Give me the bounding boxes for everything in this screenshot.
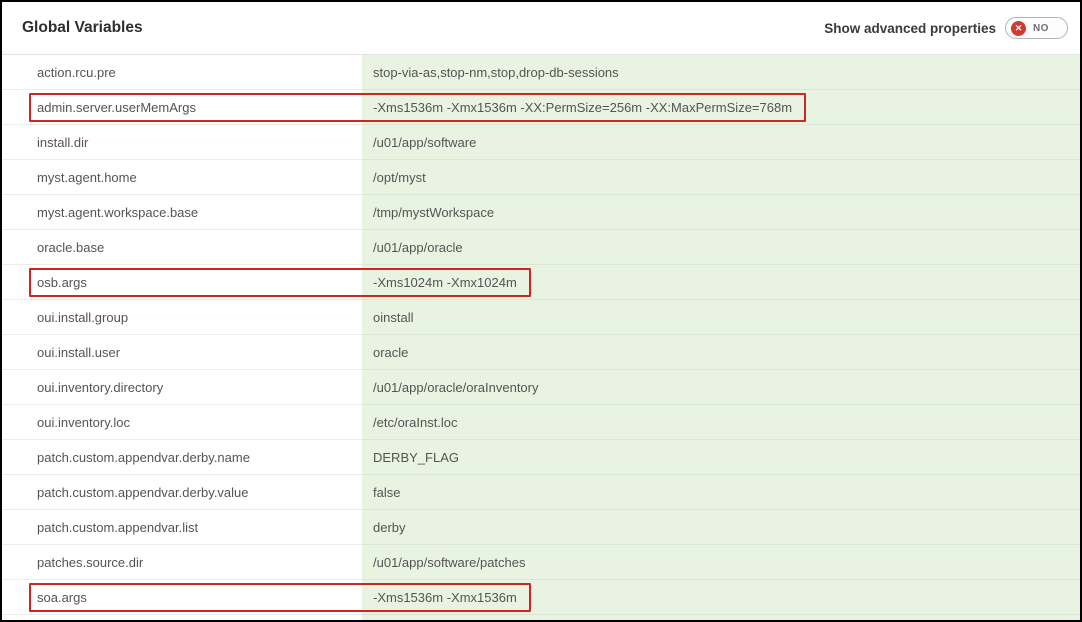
variable-value-cell[interactable]: false [362,475,1080,510]
variable-name-cell: patches.source.dir [2,545,362,580]
table-row: myst.agent.workspace.base /tmp/mystWorks… [2,195,1080,230]
variable-name: admin.server.userMemArgs [37,100,196,115]
toggle-state-text: NO [1033,23,1049,34]
variable-value-cell[interactable]: /tmp/mystWorkspace [362,195,1080,230]
header: Global Variables Show advanced propertie… [2,2,1080,55]
variable-value: /tmp/mystWorkspace [373,205,494,220]
variable-value: /u01/app/software [373,135,476,150]
variable-name-cell: soa.args [2,580,362,615]
variable-name-cell: admin.server.userMemArgs [2,90,362,125]
variable-name-cell: patch.custom.appendvar.derby.name [2,440,362,475]
variable-name: osb.args [37,275,87,290]
table-row: oui.inventory.loc /etc/oraInst.loc [2,405,1080,440]
variable-name: oracle.base [37,240,104,255]
variable-value: /opt/myst [373,170,426,185]
variable-value-cell[interactable]: derby [362,510,1080,545]
advanced-properties-toggle[interactable]: ✕ NO [1005,17,1068,39]
table-row: patch.custom.appendvar.derby.value false [2,475,1080,510]
variable-name-cell: oracle.base [2,230,362,265]
variable-name: oui.install.user [37,345,120,360]
table-row: soa.args -Xms1536m -Xmx1536m [2,580,1080,615]
table-row: admin.server.userMemArgs -Xms1536m -Xmx1… [2,90,1080,125]
global-variables-window: Global Variables Show advanced propertie… [0,0,1082,622]
variable-value: /u01/app/oracle [373,240,463,255]
table-row: oui.install.user oracle [2,335,1080,370]
table-row: action.rcu.pre stop-via-as,stop-nm,stop,… [2,55,1080,90]
variable-name: oui.inventory.loc [37,415,130,430]
variable-value-cell[interactable]: -Xms1024m -Xmx1024m [362,265,1080,300]
variable-value: -Xms1536m -Xmx1536m [373,590,517,605]
variable-value-cell[interactable]: DERBY_FLAG [362,440,1080,475]
variable-value-cell[interactable]: -Xms1536m -Xmx1536m -XX:PermSize=256m -X… [362,90,1080,125]
table-row: oui.install.group oinstall [2,300,1080,335]
variable-value: stop-via-as,stop-nm,stop,drop-db-session… [373,65,619,80]
variable-value: /u01/app/software/patches [373,555,526,570]
variable-name-cell: oui.install.group [2,300,362,335]
variable-name-cell: patch.custom.appendvar.derby.value [2,475,362,510]
variable-name: patches.source.dir [37,555,143,570]
variable-name-cell: osb.args [2,265,362,300]
variable-value: DERBY_FLAG [373,450,459,465]
variable-value: oinstall [373,310,413,325]
variable-name: patch.custom.appendvar.derby.value [37,485,249,500]
variable-value-cell[interactable]: /u01/app/oracle [362,230,1080,265]
variable-value: /etc/oraInst.loc [373,415,458,430]
variable-value-cell[interactable]: /u01/app/oracle/oraInventory [362,370,1080,405]
variable-value: false [373,485,400,500]
variable-value: -Xms1536m -Xmx1536m -XX:PermSize=256m -X… [373,100,792,115]
variable-name-cell: myst.agent.workspace.base [2,195,362,230]
variable-value-cell[interactable]: stop-via-as,stop-nm,stop,drop-db-session… [362,55,1080,90]
advanced-properties-control: Show advanced properties ✕ NO [824,17,1068,39]
variable-name: myst.agent.home [37,170,137,185]
table-row: oui.inventory.directory /u01/app/oracle/… [2,370,1080,405]
variable-name: patch.custom.appendvar.derby.name [37,450,250,465]
variable-value-cell[interactable]: -Xms1536m -Xmx1536m [362,580,1080,615]
variable-name: install.dir [37,135,88,150]
table-row: patch.custom.appendvar.derby.name DERBY_… [2,440,1080,475]
variable-name-cell: oui.inventory.loc [2,405,362,440]
variable-value-cell[interactable]: /u01/app/software [362,125,1080,160]
variable-name: oui.install.group [37,310,128,325]
variable-name: soa.args [37,590,87,605]
table-row: install.dir /u01/app/software [2,125,1080,160]
variable-name: patch.custom.appendvar.list [37,520,198,535]
variable-name-cell: myst.agent.home [2,160,362,195]
variable-name: action.rcu.pre [37,65,116,80]
toggle-label: Show advanced properties [824,21,996,36]
table-row: patches.source.dir /u01/app/software/pat… [2,545,1080,580]
variable-name-cell: oui.inventory.directory [2,370,362,405]
variable-value-cell[interactable]: /u01/app/software/patches [362,545,1080,580]
table-row: osb.args -Xms1024m -Xmx1024m [2,265,1080,300]
variable-value-cell[interactable]: /etc/oraInst.loc [362,405,1080,440]
table-row: myst.agent.home /opt/myst [2,160,1080,195]
page-title: Global Variables [22,19,143,37]
variable-name: myst.agent.workspace.base [37,205,198,220]
variable-value: derby [373,520,406,535]
variables-table: action.rcu.pre stop-via-as,stop-nm,stop,… [2,55,1080,620]
variable-value-cell[interactable]: /opt/myst [362,160,1080,195]
variable-name: oui.inventory.directory [37,380,163,395]
x-circle-icon: ✕ [1011,21,1026,36]
variable-value: -Xms1024m -Xmx1024m [373,275,517,290]
variable-name-cell: install.dir [2,125,362,160]
variable-name-cell: action.rcu.pre [2,55,362,90]
variable-value-cell[interactable]: oinstall [362,300,1080,335]
variable-value-cell[interactable]: oracle [362,335,1080,370]
table-row: patch.custom.appendvar.list derby [2,510,1080,545]
variable-value: oracle [373,345,408,360]
variable-name-cell: patch.custom.appendvar.list [2,510,362,545]
variable-value: /u01/app/oracle/oraInventory [373,380,539,395]
variable-name-cell: oui.install.user [2,335,362,370]
table-row: oracle.base /u01/app/oracle [2,230,1080,265]
